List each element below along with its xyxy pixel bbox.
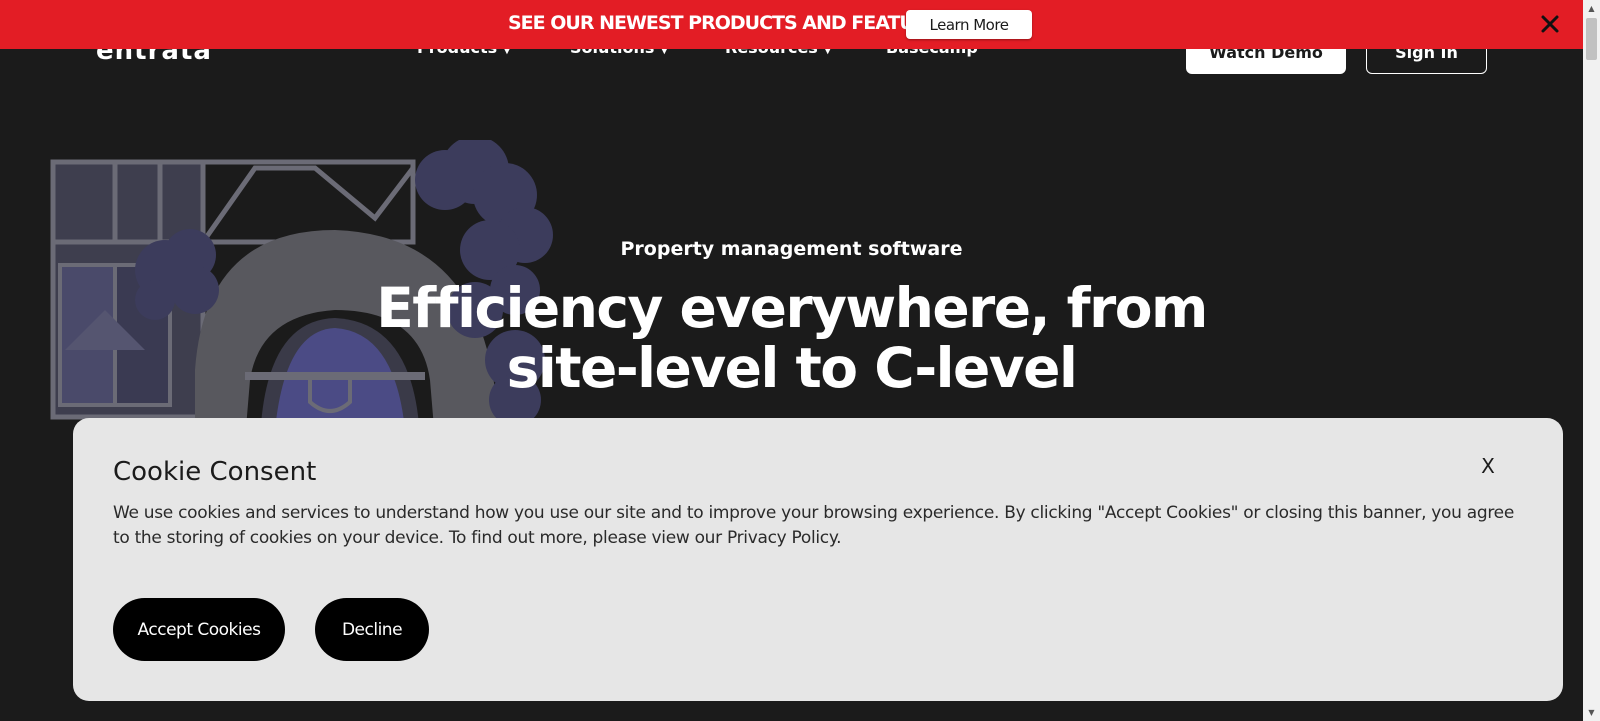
page: entrata Products▼ Solutions▼ Resources▼ … — [0, 0, 1583, 721]
cookie-consent-title: Cookie Consent — [113, 457, 317, 487]
scroll-up-icon[interactable]: ▲ — [1583, 0, 1600, 17]
hero-title-line-2: site-level to C-level — [506, 336, 1078, 400]
hero-title-line-1: Efficiency everywhere, from — [376, 276, 1208, 340]
hero-title: Efficiency everywhere, from site-level t… — [0, 278, 1583, 398]
decline-button[interactable]: Decline — [315, 598, 429, 661]
hero-eyebrow: Property management software — [620, 238, 963, 260]
scrollbar[interactable]: ▲ ▼ — [1583, 0, 1600, 721]
cookie-consent-text: We use cookies and services to understan… — [113, 503, 1514, 548]
announcement-bar: SEE OUR NEWEST PRODUCTS AND FEATURES Lea… — [0, 0, 1583, 49]
cookie-consent-dialog: Cookie Consent X We use cookies and serv… — [73, 418, 1563, 701]
learn-more-button[interactable]: Learn More — [906, 10, 1032, 39]
accept-cookies-button[interactable]: Accept Cookies — [113, 598, 285, 661]
scrollbar-thumb[interactable] — [1586, 18, 1597, 60]
cookie-close-button[interactable]: X — [1473, 451, 1503, 481]
scroll-down-icon[interactable]: ▼ — [1583, 704, 1600, 721]
announcement-text: SEE OUR NEWEST PRODUCTS AND FEATURES — [508, 12, 953, 34]
close-icon[interactable] — [1538, 12, 1562, 36]
